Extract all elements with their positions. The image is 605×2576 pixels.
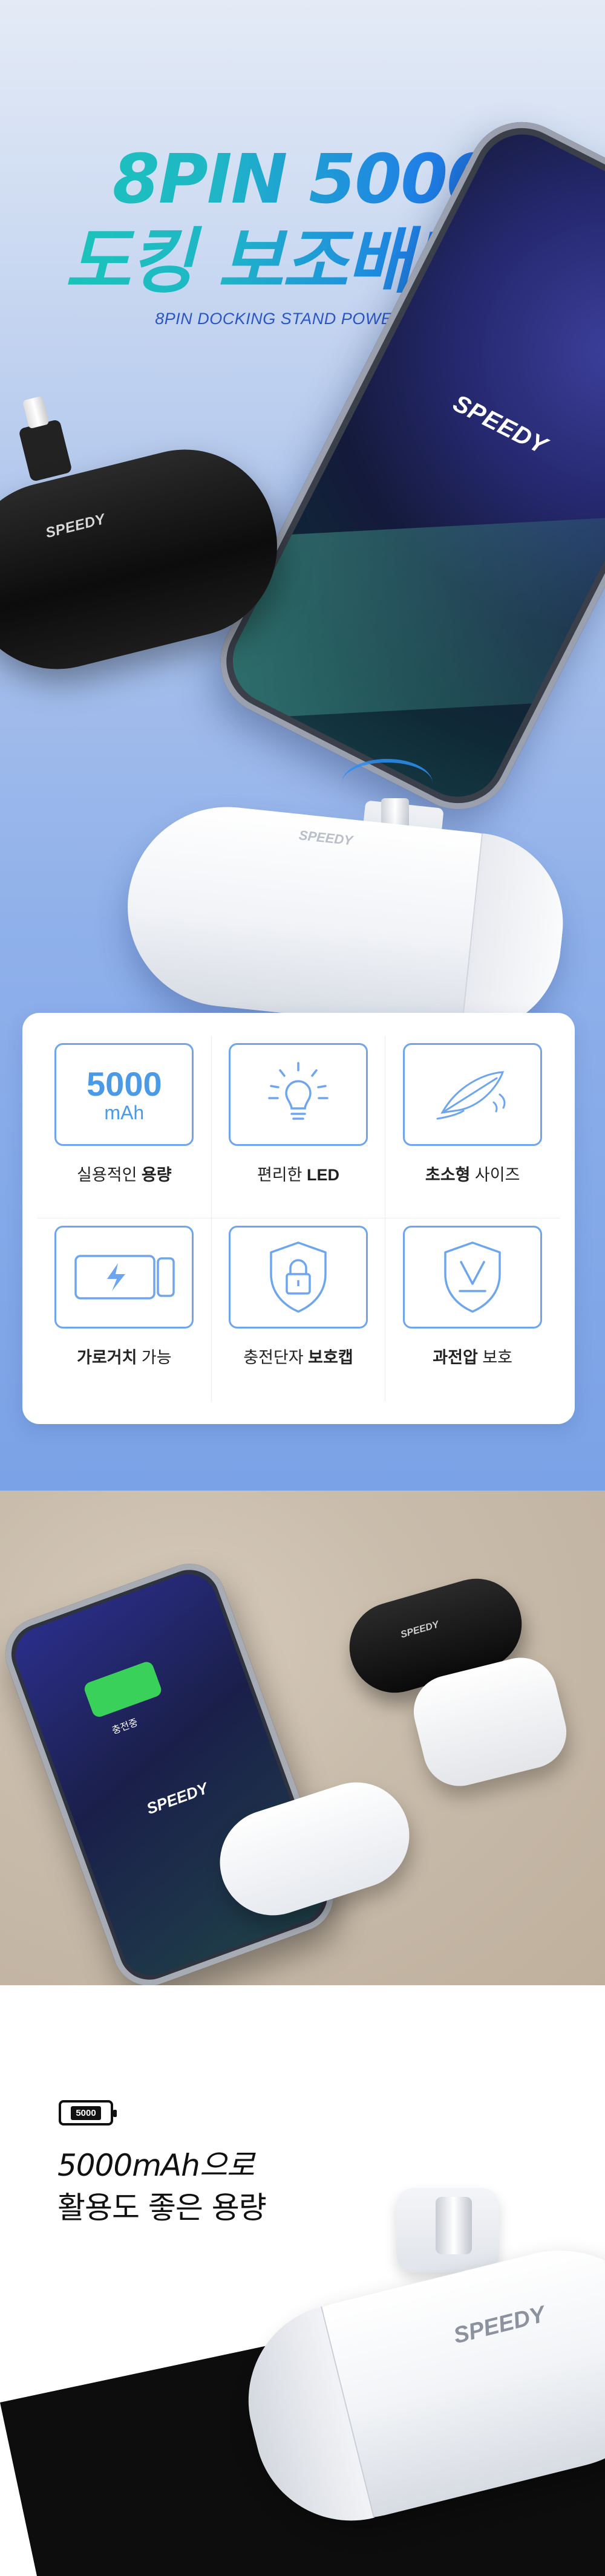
- feature-card: 5000 mAh 실용적인 용량 편리한 LED 초소형 사이즈 가로거치 가능…: [22, 1013, 575, 1424]
- feature-overvoltage: 과전압 보호: [385, 1218, 560, 1401]
- lightning-connector: [436, 2197, 472, 2254]
- black-powerbank-connector: [18, 418, 73, 483]
- battery-badge-icon: 5000: [59, 2100, 117, 2126]
- smartphone-image: SPEEDY: [201, 103, 605, 841]
- feature-label: 초소형 사이즈: [425, 1166, 520, 1184]
- white-powerbank-logo: SPEEDY: [298, 827, 354, 848]
- capacity-heading-line1: 5000mAh으로: [57, 2148, 255, 2183]
- feature-capacity: 5000 mAh 실용적인 용량: [38, 1036, 212, 1218]
- capacity-powerbank-logo: SPEEDY: [451, 2301, 548, 2349]
- photo-phone-logo: SPEEDY: [144, 1778, 211, 1818]
- capacity-heading-line2: 활용도 좋은 용량: [57, 2190, 267, 2225]
- charging-status-text: 충전중: [110, 1717, 140, 1737]
- lifestyle-photo-section: 충전중 SPEEDY SPEEDY: [0, 1491, 605, 1985]
- lock-shield-icon: [228, 1226, 368, 1329]
- feature-label: 가로거치 가능: [77, 1348, 172, 1367]
- feature-led: 편리한 LED: [211, 1036, 386, 1218]
- voltage-shield-icon: [403, 1226, 543, 1329]
- feather-icon: [403, 1043, 543, 1146]
- feature-horizontal-mount: 가로거치 가능: [38, 1218, 212, 1401]
- feature-label: 충전단자 보호캡: [243, 1348, 353, 1367]
- photo-smartphone: 충전중 SPEEDY: [0, 1553, 344, 1985]
- feature-label: 편리한 LED: [257, 1166, 339, 1184]
- black-powerbank-logo: SPEEDY: [44, 510, 107, 542]
- capacity-section: 5000 5000mAh으로 활용도 좋은 용량 SPEEDY: [0, 1985, 605, 2576]
- feature-label: 실용적인 용량: [77, 1166, 172, 1184]
- battery-badge-text: 5000: [71, 2106, 101, 2120]
- phone-brand-logo: SPEEDY: [448, 389, 552, 460]
- feature-protective-cap: 충전단자 보호캡: [212, 1218, 386, 1401]
- battery-charging-icon: [54, 1226, 194, 1329]
- hero-section: 8PIN 5000 도킹 보조배터리 8PIN DOCKING STAND PO…: [0, 0, 605, 1491]
- photo-black-powerbank-logo: SPEEDY: [399, 1619, 440, 1641]
- 5000-mah-icon: 5000 mAh: [54, 1043, 194, 1146]
- feature-size: 초소형 사이즈: [385, 1036, 560, 1218]
- feature-label: 과전압 보호: [433, 1348, 513, 1367]
- led-bulb-icon: [228, 1043, 368, 1146]
- battery-charging-icon: [82, 1660, 163, 1719]
